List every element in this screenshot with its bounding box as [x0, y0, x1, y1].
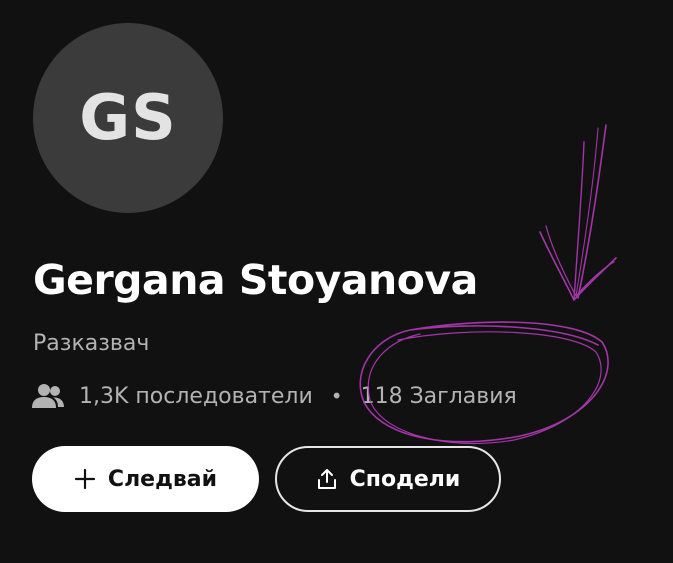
titles-count[interactable]: 118 Заглавия [361, 384, 517, 409]
plus-icon [74, 468, 96, 490]
share-upload-icon [317, 469, 336, 489]
users-icon [32, 384, 64, 408]
share-button[interactable]: Сподели [275, 446, 501, 512]
follow-button-label: Следвай [107, 466, 218, 492]
avatar[interactable]: GS [33, 23, 223, 213]
followers-count[interactable]: 1,3K последователи [79, 384, 313, 409]
avatar-initials: GS [79, 81, 177, 154]
profile-name: Gergana Stoyanova [33, 256, 478, 304]
profile-stats: 1,3K последователи • 118 Заглавия [31, 378, 517, 414]
profile-role: Разказвач [33, 331, 150, 356]
share-button-label: Сподели [349, 466, 461, 492]
stats-separator: • [330, 384, 343, 408]
follow-button[interactable]: Следвай [32, 446, 259, 512]
